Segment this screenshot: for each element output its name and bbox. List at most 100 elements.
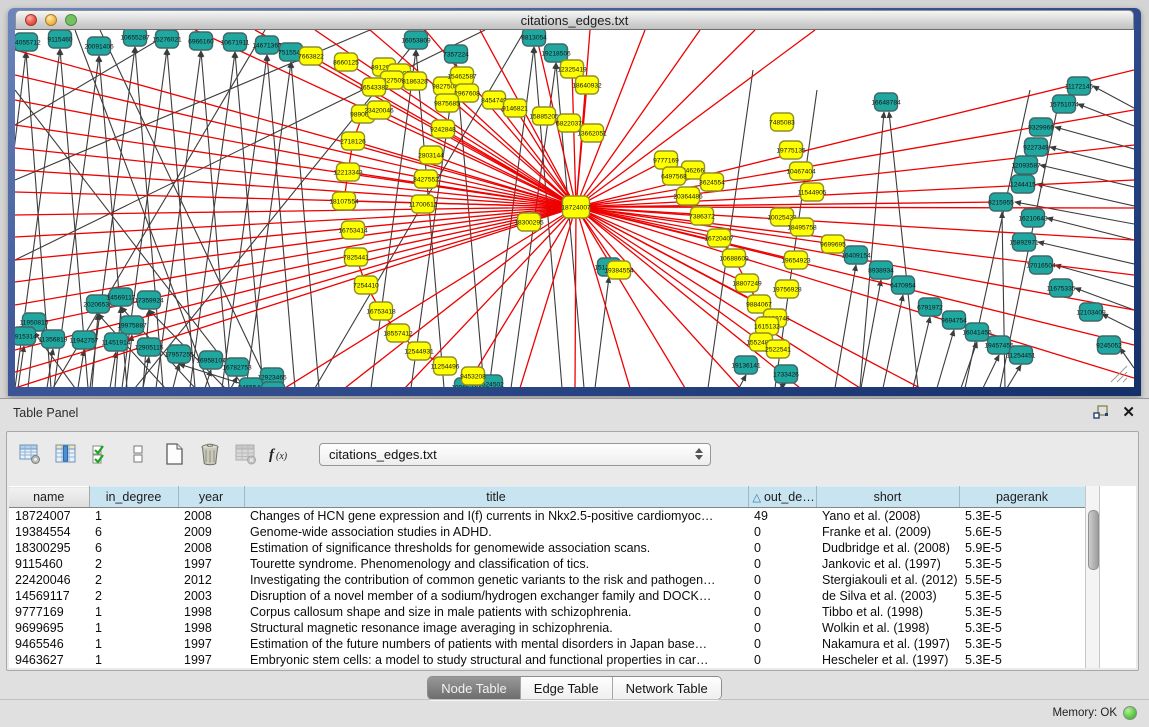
- network-node[interactable]: 3915314: [15, 327, 37, 345]
- tab-node-table[interactable]: Node Table: [428, 677, 521, 699]
- network-node-selected[interactable]: 12213343: [333, 163, 363, 181]
- network-node[interactable]: 10655287: [120, 30, 150, 46]
- network-edge[interactable]: [835, 265, 856, 387]
- network-node[interactable]: 15892971: [1009, 233, 1039, 251]
- network-edge[interactable]: [291, 62, 319, 387]
- network-edge-selected[interactable]: [576, 70, 1134, 207]
- network-node[interactable]: 8813054: [521, 30, 547, 46]
- network-edge[interactable]: [235, 52, 263, 387]
- new-file-icon[interactable]: [159, 439, 189, 469]
- network-edge[interactable]: [156, 51, 201, 387]
- delete-icon[interactable]: [195, 439, 225, 469]
- network-node-selected[interactable]: 13662051: [577, 124, 607, 142]
- network-node[interactable]: 16053809: [401, 31, 431, 49]
- network-node-selected[interactable]: 12544931: [404, 342, 434, 360]
- network-node[interactable]: 11172145: [1065, 77, 1094, 95]
- network-edge[interactable]: [937, 330, 954, 387]
- network-node-selected[interactable]: 15462587: [447, 67, 477, 85]
- network-node-selected[interactable]: 15885205: [529, 107, 559, 125]
- network-node[interactable]: 12093587: [1011, 156, 1041, 174]
- network-edge-selected[interactable]: [576, 207, 685, 387]
- network-node-selected[interactable]: 9453208: [460, 367, 486, 385]
- network-node[interactable]: 19136141: [731, 356, 761, 374]
- column-header-year[interactable]: year: [178, 487, 244, 508]
- network-node[interactable]: 20091406: [84, 37, 114, 55]
- network-node-selected[interactable]: 2803144: [418, 146, 444, 164]
- network-node-selected[interactable]: 9146821: [502, 99, 528, 117]
- network-node-selected[interactable]: 7825441: [343, 248, 369, 266]
- network-edge[interactable]: [961, 342, 977, 387]
- table-scrollbar[interactable]: [1085, 486, 1100, 668]
- network-node[interactable]: 17359924: [134, 291, 164, 309]
- network-node-selected[interactable]: 10688609: [719, 249, 749, 267]
- network-node-selected[interactable]: 9242848: [430, 120, 456, 138]
- network-node[interactable]: 17016504: [1026, 256, 1056, 274]
- network-node-selected[interactable]: 2522541: [765, 340, 791, 358]
- network-edge-selected[interactable]: [15, 170, 576, 207]
- network-node-selected[interactable]: 16753414: [338, 221, 368, 239]
- network-node-selected[interactable]: 7485083: [769, 113, 795, 131]
- network-edge-selected[interactable]: [576, 207, 1134, 240]
- network-node-selected[interactable]: 8186328: [402, 72, 428, 90]
- network-edge[interactable]: [190, 52, 235, 387]
- column-header-short[interactable]: short: [816, 487, 959, 508]
- network-node-selected[interactable]: 16543382: [359, 78, 389, 96]
- network-node-selected[interactable]: 7254410: [353, 276, 379, 294]
- network-edge-selected[interactable]: [576, 85, 587, 207]
- network-node-selected[interactable]: 2718126: [340, 132, 366, 150]
- network-edge[interactable]: [122, 49, 167, 387]
- network-node[interactable]: 9465546: [238, 378, 264, 387]
- table-row[interactable]: 1938455462009Genome-wide association stu…: [9, 524, 1085, 540]
- network-node-selected[interactable]: 11700612: [409, 195, 438, 213]
- network-node[interactable]: 6470954: [890, 276, 916, 294]
- network-node-selected[interactable]: 8660125: [333, 53, 359, 71]
- network-edge[interactable]: [18, 346, 24, 387]
- table-row[interactable]: 1872400712008Changes of HCN gene express…: [9, 508, 1085, 524]
- network-node[interactable]: 15276021: [152, 30, 182, 48]
- select-rows-icon[interactable]: [87, 439, 117, 469]
- network-window-titlebar[interactable]: citations_edges.txt: [15, 10, 1134, 30]
- resize-grip-icon[interactable]: [1123, 378, 1127, 382]
- network-node[interactable]: 11942757: [70, 331, 99, 349]
- network-node-selected[interactable]: 7386372: [689, 207, 715, 225]
- table-row[interactable]: 969969511998Structural magnetic resonanc…: [9, 620, 1085, 636]
- network-node-selected[interactable]: 18300295: [514, 213, 544, 231]
- network-node[interactable]: 10671911: [221, 33, 250, 51]
- network-node-selected[interactable]: 23420046: [364, 101, 394, 119]
- citation-network-graph[interactable]: 14055712 9115460 20091406 1065528715276021 6…: [15, 30, 1134, 387]
- table-row[interactable]: 946554611997Estimation of the future num…: [9, 636, 1085, 652]
- network-node-selected[interactable]: 18724007: [561, 196, 591, 218]
- network-edge-selected[interactable]: [15, 207, 576, 372]
- zoom-button[interactable]: [65, 14, 77, 26]
- network-node-selected[interactable]: 3624554: [699, 173, 725, 191]
- minimize-button[interactable]: [45, 14, 57, 26]
- table-row[interactable]: 946362711997Embryonic stem cells: a mode…: [9, 652, 1085, 668]
- network-node[interactable]: 9463627: [260, 382, 286, 387]
- network-node-selected[interactable]: 7663822: [298, 47, 324, 65]
- network-node-selected[interactable]: 16753418: [366, 302, 396, 320]
- network-edge[interactable]: [267, 55, 295, 387]
- network-edge-selected[interactable]: [576, 207, 1134, 208]
- network-edge[interactable]: [889, 112, 918, 387]
- network-node[interactable]: 1733426: [773, 365, 799, 383]
- network-edge[interactable]: [1120, 348, 1134, 368]
- network-node[interactable]: 19975887: [117, 316, 147, 334]
- network-node[interactable]: 16409154: [841, 246, 871, 264]
- network-node[interactable]: 9115460: [47, 30, 73, 48]
- network-node[interactable]: 7357224: [443, 45, 469, 63]
- network-node[interactable]: 14055712: [15, 33, 41, 51]
- tab-network-table[interactable]: Network Table: [613, 677, 721, 699]
- show-column-icon[interactable]: [51, 439, 81, 469]
- network-node[interactable]: 14569117: [107, 288, 136, 306]
- network-node-selected[interactable]: 18107554: [329, 192, 359, 210]
- tab-edge-table[interactable]: Edge Table: [521, 677, 613, 699]
- network-node[interactable]: 12103409: [1076, 303, 1106, 321]
- network-node-selected[interactable]: 19756928: [772, 280, 802, 298]
- network-node[interactable]: 9227349: [1023, 138, 1049, 156]
- network-node[interactable]: 11451914: [102, 333, 131, 351]
- network-node-selected[interactable]: 20364486: [673, 187, 703, 205]
- network-node[interactable]: 8215955: [988, 193, 1014, 211]
- column-header-title[interactable]: title: [244, 487, 748, 508]
- table-settings-icon[interactable]: [15, 439, 45, 469]
- table-row[interactable]: 911546021997Tourette syndrome. Phenomeno…: [9, 556, 1085, 572]
